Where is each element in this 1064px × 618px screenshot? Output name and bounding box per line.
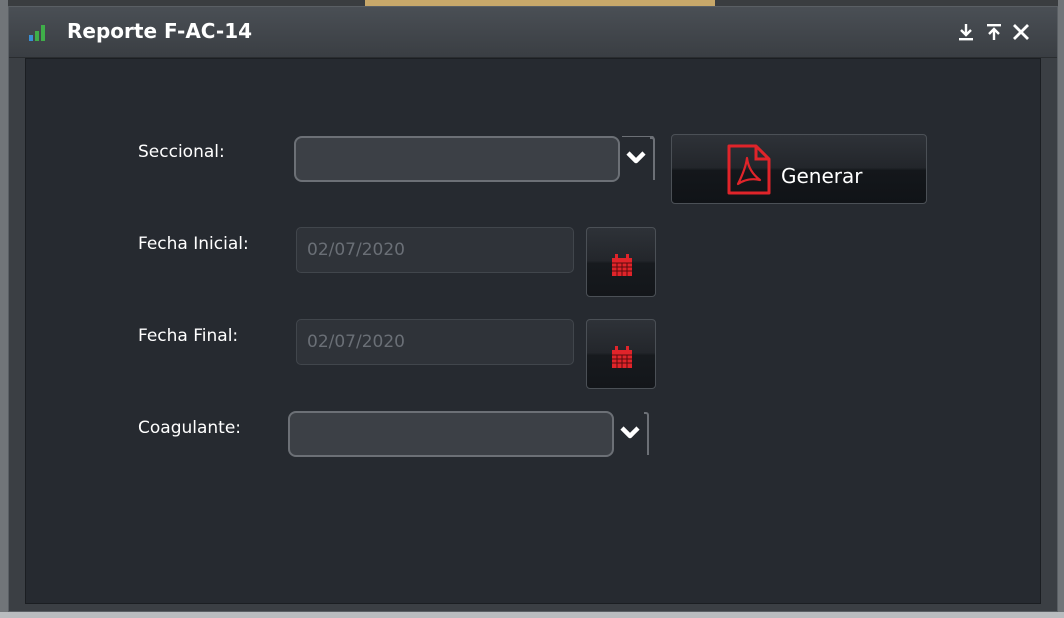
fecha-final-calendar-button[interactable] [586,319,656,389]
seccional-label: Seccional: [138,142,225,162]
calendar-icon [612,346,632,368]
window-titlebar[interactable]: Reporte F-AC-14 [9,7,1057,58]
window-shadow-left [0,0,8,618]
pdf-icon [727,144,771,195]
fecha-final-label: Fecha Final: [138,326,239,346]
close-icon[interactable] [1010,21,1032,43]
report-form-panel: Seccional: Generar Fecha Inicial: 02/07/… [25,58,1041,604]
seccional-dropdown-button[interactable] [620,135,656,182]
coagulante-select[interactable] [288,411,614,457]
chevron-down-icon [614,412,649,455]
fecha-inicial-calendar-button[interactable] [586,227,656,297]
window-title: Reporte F-AC-14 [67,19,253,43]
report-chart-icon [29,25,49,41]
report-window: Reporte F-AC-14 Seccional: Generar Fecha… [8,6,1058,612]
generar-button[interactable]: Generar [671,134,927,204]
seccional-select[interactable] [294,136,620,182]
generar-label: Generar [781,164,863,188]
download-icon[interactable] [955,21,977,43]
coagulante-dropdown-button[interactable] [614,411,650,457]
chevron-down-icon [620,135,655,180]
window-shadow-bottom [0,612,1064,618]
fecha-final-field[interactable] [296,319,574,365]
calendar-icon [612,254,632,276]
fecha-inicial-label: Fecha Inicial: [138,234,249,254]
fecha-inicial-field[interactable] [296,227,574,273]
coagulante-label: Coagulante: [138,418,242,438]
window-shadow-right [1058,0,1064,618]
upload-icon[interactable] [983,21,1005,43]
